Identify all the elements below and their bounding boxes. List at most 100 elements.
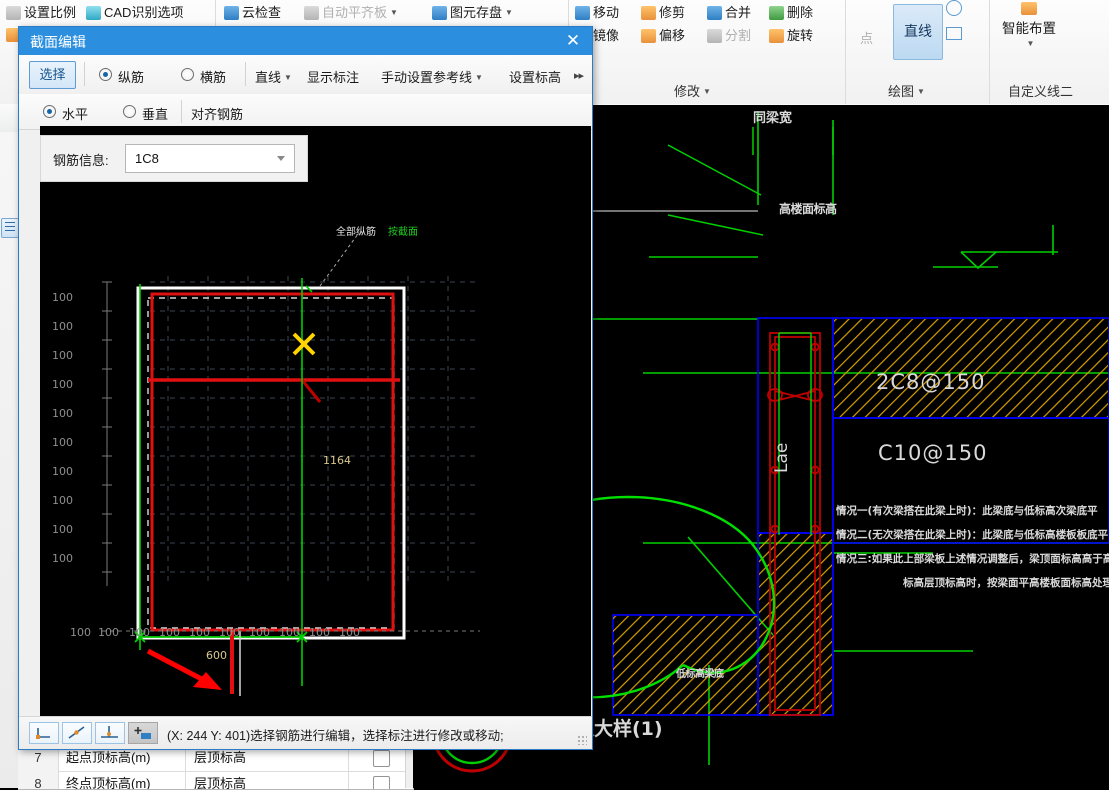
ribbon-item-rect[interactable]	[946, 27, 962, 43]
section-edit-dialog: 截面编辑 ✕ 选择 纵筋 横筋 直线 ▼ 显示标注 手动设置参考线 ▼ 设置标高 ▸…	[18, 26, 593, 750]
annotation-by-section: 按截面	[388, 227, 418, 238]
ribbon-group-caption-modify[interactable]: 修改 ▼	[674, 81, 711, 100]
ribbon-caption-text: 绘图	[888, 84, 915, 99]
ribbon-item-smart-layout[interactable]: 智能布置 ▼	[1002, 2, 1056, 48]
cad-options-icon	[86, 6, 101, 20]
radio-dot-icon	[123, 105, 136, 118]
show-annotation-button[interactable]: 显示标注	[307, 67, 359, 86]
resize-grip[interactable]	[577, 735, 587, 745]
dim-horizontal: 100	[249, 626, 270, 639]
radio-dot-icon	[99, 68, 112, 81]
align-rebar-button[interactable]: 对齐钢筋	[191, 104, 243, 123]
annotation-all-longitudinal: 全部纵筋	[336, 227, 376, 238]
section-canvas[interactable]: 100 100 100 100 100 100 100 100 100 100 …	[40, 126, 591, 730]
offset-icon	[641, 29, 656, 43]
cad-note-line-4: 标高层顶标高时，按梁面平高楼板面标高处理	[903, 577, 1109, 589]
ribbon-item-label: 合并	[725, 5, 752, 20]
delete-icon	[769, 6, 784, 20]
chevron-down-icon: ▼	[1026, 39, 1035, 48]
table-row[interactable]: 8 终点顶标高(m) 层顶标高	[18, 771, 413, 789]
ribbon-item-element-save[interactable]: 图元存盘 ▼	[432, 2, 513, 21]
property-name: 终点顶标高(m)	[59, 771, 186, 789]
cloud-check-icon	[224, 6, 239, 20]
ribbon-item-split[interactable]: 分割	[707, 25, 751, 44]
manual-ref-line-button[interactable]: 手动设置参考线 ▼	[381, 67, 483, 86]
dim-horizontal: 100	[98, 626, 119, 639]
ribbon-group-modify: 移动 修剪 合并 删除 镜像 偏移 分割 旋转 修改 ▼	[569, 0, 846, 104]
ribbon-item-move[interactable]: 移动	[575, 2, 619, 21]
dim-horizontal: 100	[70, 626, 91, 639]
radio-dot-icon	[181, 68, 194, 81]
dim-vertical: 100	[52, 378, 73, 391]
ribbon-item-label: 修剪	[659, 5, 686, 20]
ribbon-item-point[interactable]: 点	[860, 28, 873, 47]
select-button[interactable]: 选择	[29, 61, 76, 89]
line-menu-button[interactable]: 直线 ▼	[255, 67, 292, 86]
dim-vertical: 100	[52, 552, 73, 565]
set-elevation-button[interactable]: 设置标高	[509, 67, 561, 86]
ribbon-group-caption-draw[interactable]: 绘图 ▼	[888, 81, 925, 100]
dim-horizontal: 100	[279, 626, 300, 639]
toolbar-separator	[84, 62, 85, 86]
chevron-down-icon: ▼	[703, 87, 711, 96]
cad-label-2c8-150: 2C8@150	[876, 370, 986, 394]
ribbon-item-rotate[interactable]: 旋转	[769, 25, 813, 44]
rebar-info-value: 1C8	[135, 151, 159, 166]
scale-icon	[6, 6, 21, 20]
cad-label-high-floor-elevation: 高楼面标高	[779, 202, 837, 216]
ribbon-item-delete[interactable]: 删除	[769, 2, 813, 21]
ribbon-item-label: 图元存盘	[450, 5, 503, 20]
radio-dot-icon	[43, 105, 56, 118]
rotate-icon	[769, 29, 784, 43]
rebar-info-label: 钢筋信息:	[53, 153, 109, 168]
ribbon-item-offset[interactable]: 偏移	[641, 25, 685, 44]
dialog-status-bar: (X: 244 Y: 401)选择钢筋进行编辑，选择标注进行修改或移动;	[19, 716, 592, 749]
ribbon-item-cad-options[interactable]: CAD识别选项	[86, 2, 183, 21]
ribbon-group-draw: 点 直线 绘图 ▼	[846, 0, 990, 104]
left-tool-rail	[0, 132, 19, 788]
perpendicular-snap-icon[interactable]	[95, 722, 125, 744]
line-snap-icon[interactable]	[62, 722, 92, 744]
cad-note-line-1: 情况一(有次梁搭在此梁上时)：此梁底与低标高次梁底平	[836, 505, 1098, 517]
dim-horizontal: 100	[309, 626, 330, 639]
dim-vertical: 100	[52, 320, 73, 333]
ribbon-item-trim[interactable]: 修剪	[641, 2, 685, 21]
ribbon-item-label: 删除	[787, 5, 814, 20]
ribbon-group-caption-custom[interactable]: 自定义线二	[1008, 81, 1073, 100]
list-panel-icon[interactable]	[1, 218, 19, 238]
ribbon-item-label: 云检查	[242, 5, 282, 20]
manual-ref-line-label: 手动设置参考线	[381, 70, 473, 85]
split-icon	[707, 29, 722, 43]
chevron-down-icon: ▼	[917, 87, 925, 96]
ribbon-item-cloud-check[interactable]: 云检查	[224, 2, 281, 21]
dim-horizontal: 100	[339, 626, 360, 639]
rebar-info-select[interactable]: 1C8	[125, 144, 295, 173]
ribbon-item-scale[interactable]: 设置比例	[6, 2, 76, 21]
property-value[interactable]: 层顶标高	[187, 771, 349, 789]
dialog-toolbar-primary: 选择 纵筋 横筋 直线 ▼ 显示标注 手动设置参考线 ▼ 设置标高 ▸▸	[19, 55, 592, 95]
ribbon-item-label: 直线	[904, 23, 932, 39]
ribbon-item-label: 旋转	[787, 28, 814, 43]
ribbon-item-circle[interactable]	[946, 0, 962, 19]
dialog-title-bar[interactable]: 截面编辑 ✕	[19, 27, 592, 55]
ribbon-caption-text: 修改	[674, 84, 701, 99]
add-point-icon[interactable]	[128, 722, 158, 744]
dim-horizontal: 100	[219, 626, 240, 639]
row-checkbox[interactable]	[373, 750, 390, 767]
close-icon[interactable]: ✕	[554, 27, 592, 55]
cad-label-c10-150: C10@150	[878, 441, 988, 465]
ribbon-item-label: CAD识别选项	[104, 5, 184, 20]
ribbon-item-label: 移动	[593, 5, 620, 20]
cad-note-line-3: 情况三:如果此上部梁板上述情况调整后，梁顶面标高高于高	[836, 553, 1109, 565]
line-menu-label: 直线	[255, 70, 282, 85]
ribbon-item-line[interactable]: 直线	[893, 4, 943, 60]
status-hint: 选择钢筋进行编辑，选择标注进行修改或移动;	[250, 729, 504, 743]
corner-snap-icon[interactable]	[29, 722, 59, 744]
ribbon-item-merge[interactable]: 合并	[707, 2, 751, 21]
cursor-coordinates: (X: 244 Y: 401)	[167, 729, 251, 743]
toolbar-overflow-button[interactable]: ▸▸	[574, 69, 584, 82]
ribbon-item-auto-align-slab[interactable]: 自动平齐板 ▼	[304, 2, 398, 21]
dim-vertical: 100	[52, 349, 73, 362]
smart-layout-icon	[1021, 2, 1037, 15]
radio-label: 水平	[62, 107, 89, 122]
